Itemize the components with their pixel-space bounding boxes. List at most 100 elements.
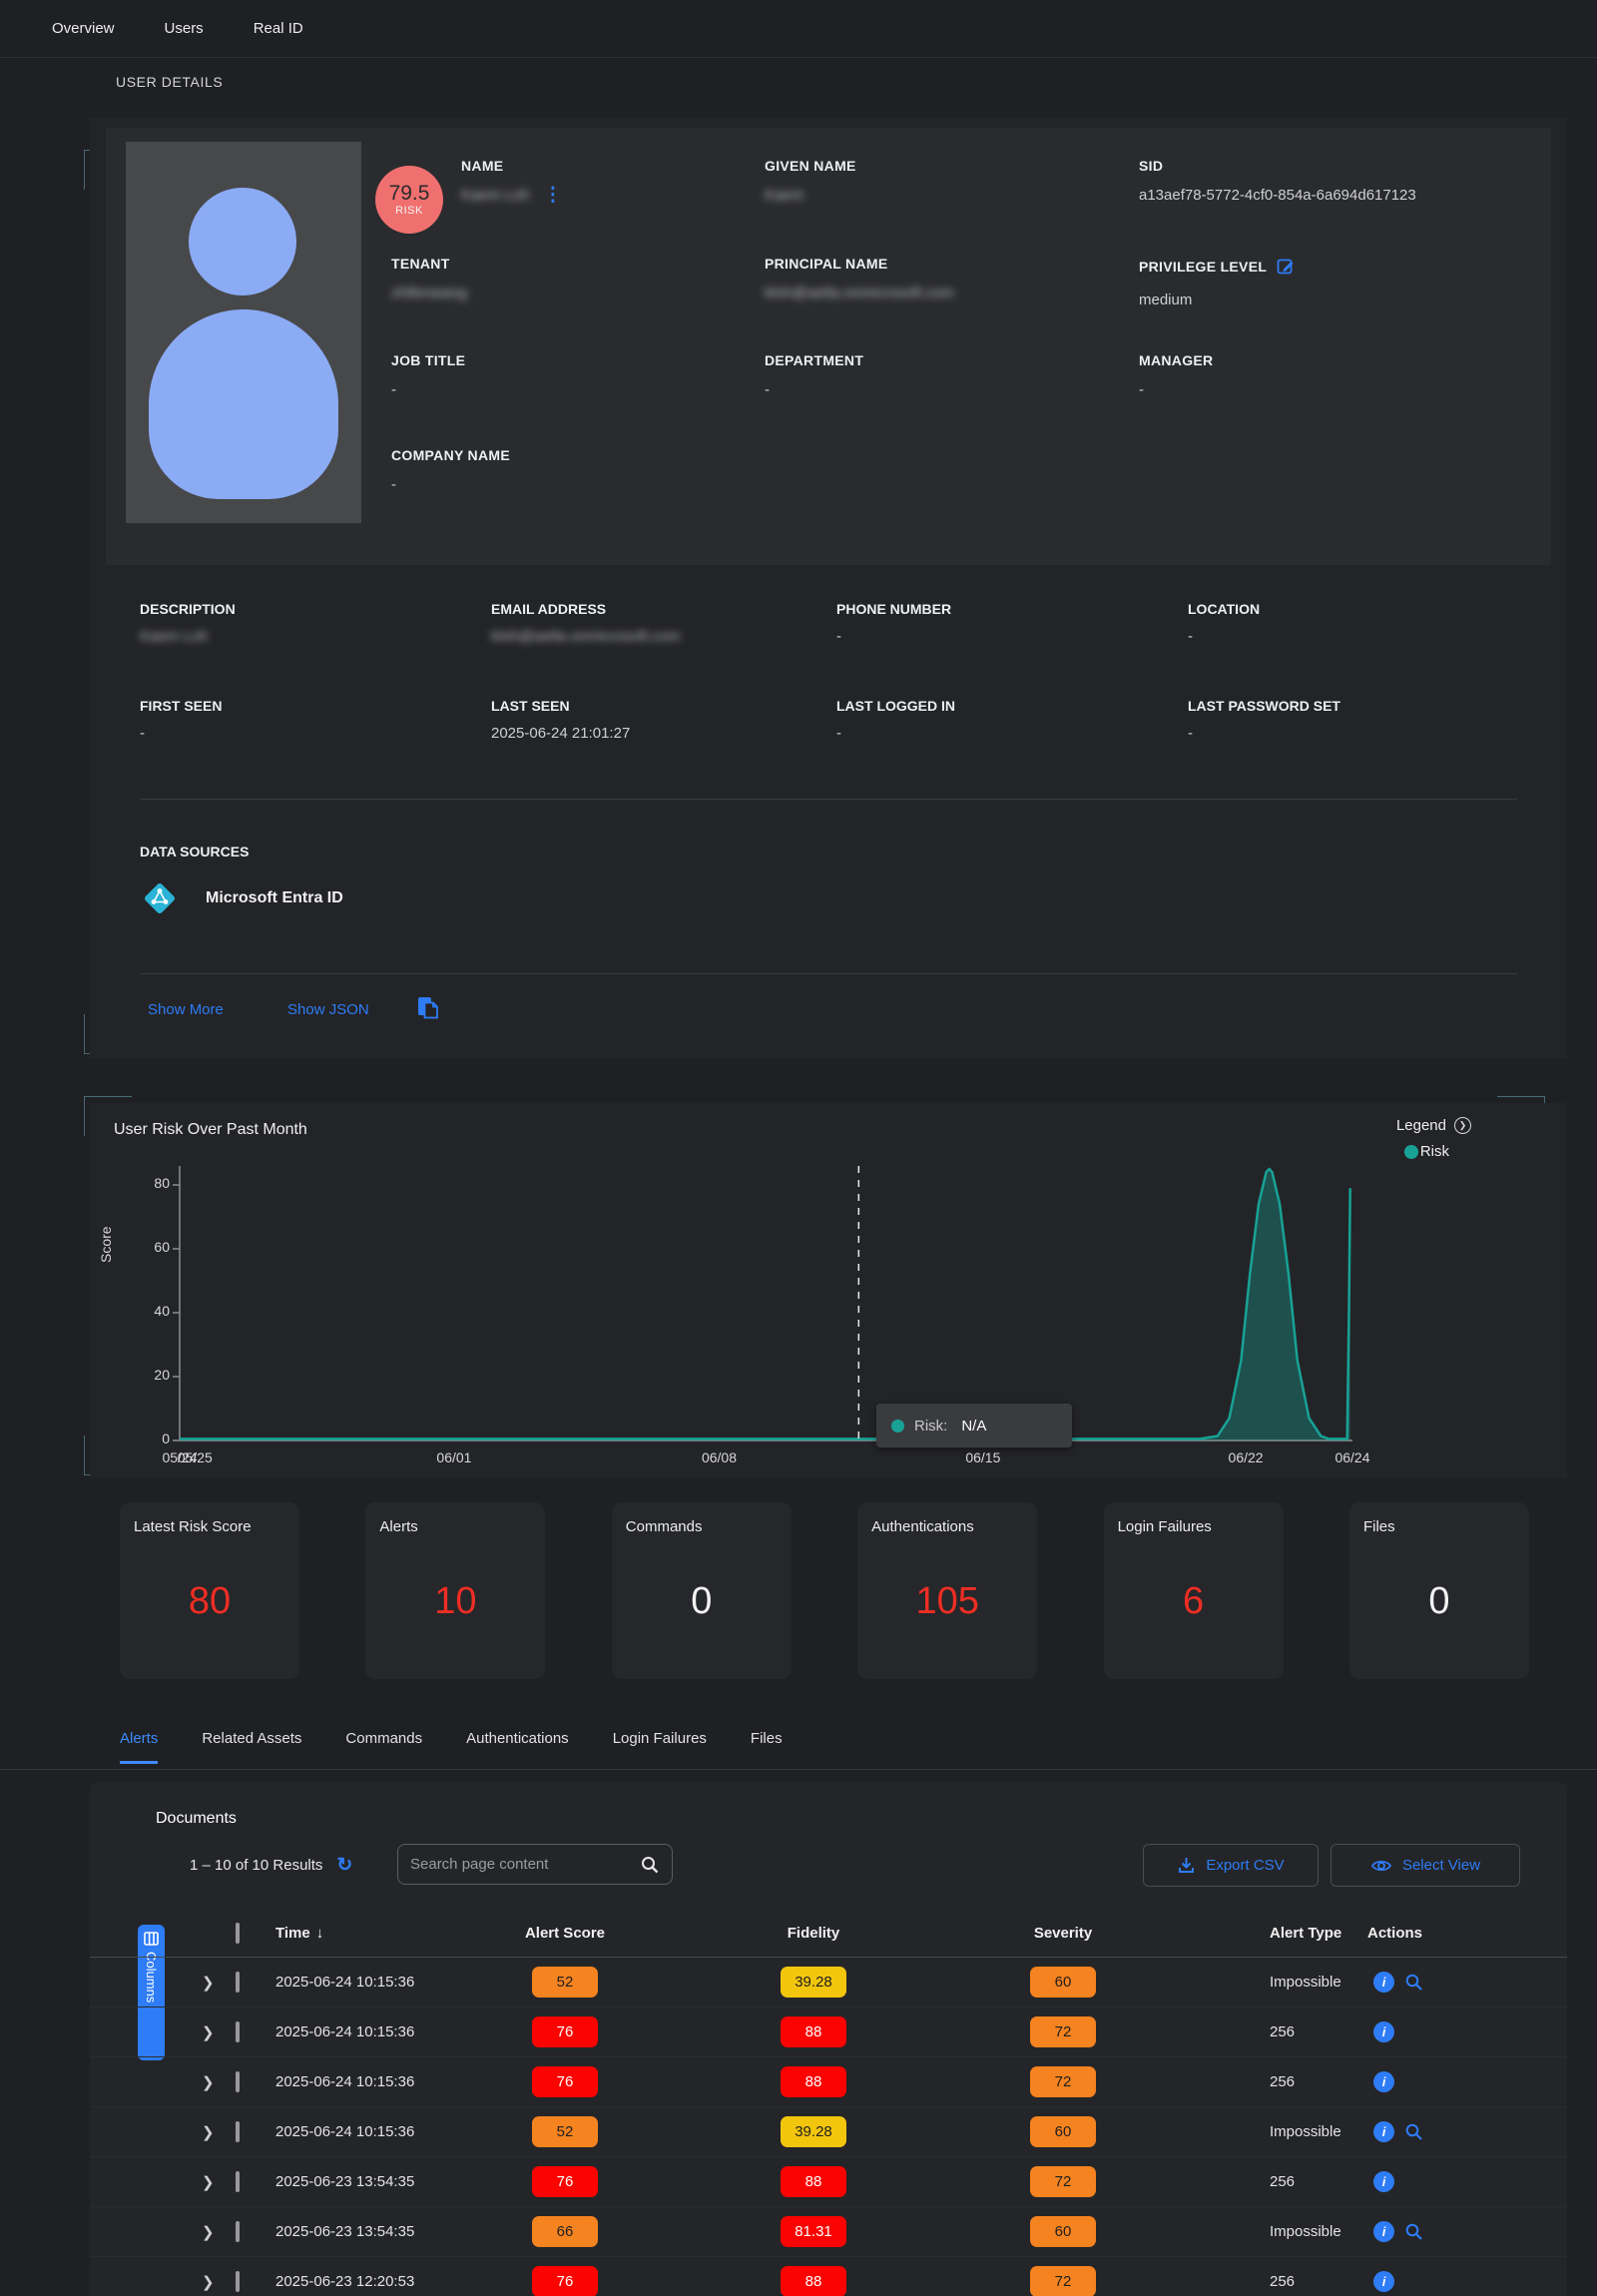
search-action-icon[interactable]	[1404, 1973, 1424, 1993]
info-icon[interactable]: i	[1373, 2071, 1394, 2092]
alert-score-badge: 76	[532, 2166, 598, 2197]
show-more-link[interactable]: Show More	[148, 1001, 224, 1018]
tab-authentications[interactable]: Authentications	[466, 1730, 569, 1761]
table-header-row: Time↓ Alert Score Fidelity Severity Aler…	[90, 1910, 1567, 1958]
header-severity[interactable]: Severity	[992, 1925, 1134, 1942]
y-axis-tick-label: 60	[130, 1239, 170, 1255]
row-expand-chevron[interactable]: ❯	[202, 2174, 215, 2191]
row-time: 2025-06-24 10:15:36	[275, 2023, 495, 2040]
row-checkbox[interactable]	[236, 2071, 240, 2092]
row-expand-chevron[interactable]: ❯	[202, 2274, 215, 2291]
department-label: DEPARTMENT	[765, 352, 1124, 368]
row-checkbox[interactable]	[236, 2171, 240, 2192]
nav-item-real-id[interactable]: Real ID	[254, 20, 303, 37]
nav-item-users[interactable]: Users	[165, 20, 204, 37]
privilege-level-value: medium	[1139, 291, 1192, 308]
info-icon[interactable]: i	[1373, 2271, 1394, 2292]
avatar-person-icon	[189, 188, 296, 295]
eye-icon	[1370, 1857, 1392, 1875]
header-alert-type[interactable]: Alert Type	[1134, 1925, 1363, 1942]
export-csv-button[interactable]: Export CSV	[1143, 1844, 1319, 1887]
stat-card-commands: Commands 0	[612, 1502, 792, 1679]
row-checkbox[interactable]	[236, 2271, 240, 2292]
tab-commands[interactable]: Commands	[345, 1730, 422, 1761]
legend-label: Legend	[1396, 1117, 1446, 1134]
download-icon	[1177, 1856, 1196, 1875]
x-axis-tick-label: 05/25	[167, 1449, 223, 1465]
tab-alerts[interactable]: Alerts	[120, 1730, 158, 1764]
select-view-button[interactable]: Select View	[1331, 1844, 1520, 1887]
row-alert-type: 256	[1134, 2173, 1363, 2190]
y-axis-tick-label: 20	[130, 1367, 170, 1383]
x-axis-tick-label: 06/24	[1325, 1449, 1380, 1465]
select-all-checkbox[interactable]	[236, 1923, 240, 1944]
copy-icon[interactable]	[414, 994, 441, 1027]
search-input[interactable]	[410, 1856, 640, 1873]
alert-score-badge: 52	[532, 2116, 598, 2147]
legend-arrow-icon: ❯	[1454, 1117, 1471, 1134]
user-details-top-panel: 79.5 RISK NAME Kaem Loh ⋮ GIVEN NAME Kae…	[106, 128, 1551, 565]
documents-card: Documents 1 – 10 of 10 Results ↻ Export …	[90, 1782, 1567, 2296]
fidelity-badge: 88	[781, 2166, 846, 2197]
stat-label: Authentications	[871, 1518, 974, 1535]
row-checkbox[interactable]	[236, 2121, 240, 2142]
data-source-entra: Microsoft Entra ID	[140, 878, 343, 918]
last-password-set-value: -	[1188, 725, 1527, 742]
tab-login-failures[interactable]: Login Failures	[613, 1730, 707, 1761]
given-name-label: GIVEN NAME	[765, 158, 1124, 174]
description-value: Kaem Loh	[140, 628, 479, 645]
chart-title: User Risk Over Past Month	[114, 1121, 307, 1139]
stats-row: Latest Risk Score 80 Alerts 10 Commands …	[120, 1502, 1529, 1679]
header-fidelity[interactable]: Fidelity	[635, 1925, 992, 1942]
row-checkbox[interactable]	[236, 2021, 240, 2042]
risk-chart-card: User Risk Over Past Month Legend ❯ Risk …	[90, 1103, 1567, 1477]
y-axis-tick-label: 80	[130, 1175, 170, 1191]
search-action-icon[interactable]	[1404, 2222, 1424, 2242]
location-label: LOCATION	[1188, 601, 1527, 617]
legend-toggle[interactable]: Legend ❯	[1396, 1117, 1471, 1134]
info-icon[interactable]: i	[1373, 2121, 1394, 2142]
header-time[interactable]: Time↓	[275, 1925, 495, 1942]
manager-label: MANAGER	[1139, 352, 1498, 368]
row-expand-chevron[interactable]: ❯	[202, 2074, 215, 2091]
header-actions: Actions	[1363, 1925, 1459, 1942]
fidelity-badge: 88	[781, 2266, 846, 2296]
edit-privilege-icon[interactable]	[1276, 256, 1296, 279]
row-expand-chevron[interactable]: ❯	[202, 2224, 215, 2241]
y-axis-tick-label: 0	[130, 1431, 170, 1446]
row-time: 2025-06-24 10:15:36	[275, 1974, 495, 1991]
nav-item-overview[interactable]: Overview	[52, 20, 115, 37]
email-value: kloh@aetla.onmicrosoft.com	[491, 628, 830, 645]
tab-related-assets[interactable]: Related Assets	[202, 1730, 301, 1761]
company-name-label: COMPANY NAME	[391, 447, 751, 463]
header-alert-score[interactable]: Alert Score	[495, 1925, 635, 1942]
row-expand-chevron[interactable]: ❯	[202, 1975, 215, 1992]
stat-value: 80	[120, 1580, 299, 1623]
show-json-link[interactable]: Show JSON	[287, 1001, 369, 1018]
row-time: 2025-06-24 10:15:36	[275, 2123, 495, 2140]
select-view-label: Select View	[1402, 1857, 1480, 1874]
data-source-name: Microsoft Entra ID	[206, 889, 343, 907]
info-icon[interactable]: i	[1373, 1972, 1394, 1993]
kebab-menu-icon[interactable]: ⋮	[543, 189, 562, 203]
row-expand-chevron[interactable]: ❯	[202, 2124, 215, 2141]
row-alert-type: 256	[1134, 2023, 1363, 2040]
legend-entry-risk[interactable]: Risk	[1404, 1143, 1449, 1160]
x-axis-tick-label: 06/15	[955, 1449, 1011, 1465]
stat-value: 0	[1349, 1580, 1529, 1623]
row-checkbox[interactable]	[236, 1972, 240, 1993]
search-action-icon[interactable]	[1404, 2122, 1424, 2142]
info-icon[interactable]: i	[1373, 2171, 1394, 2192]
row-expand-chevron[interactable]: ❯	[202, 2024, 215, 2041]
tab-files[interactable]: Files	[751, 1730, 783, 1761]
alert-score-badge: 66	[532, 2216, 598, 2247]
search-box	[397, 1844, 673, 1885]
info-icon[interactable]: i	[1373, 2221, 1394, 2242]
refresh-icon[interactable]: ↻	[336, 1854, 352, 1877]
row-checkbox[interactable]	[236, 2221, 240, 2242]
table-row: ❯ 2025-06-23 12:20:53 76 88 72 256 i	[90, 2257, 1567, 2296]
principal-name-value: kloh@aetla.onmicrosoft.com	[765, 285, 953, 301]
severity-badge: 72	[1030, 2266, 1096, 2296]
info-icon[interactable]: i	[1373, 2021, 1394, 2042]
given-name-value: Kaem	[765, 187, 803, 204]
